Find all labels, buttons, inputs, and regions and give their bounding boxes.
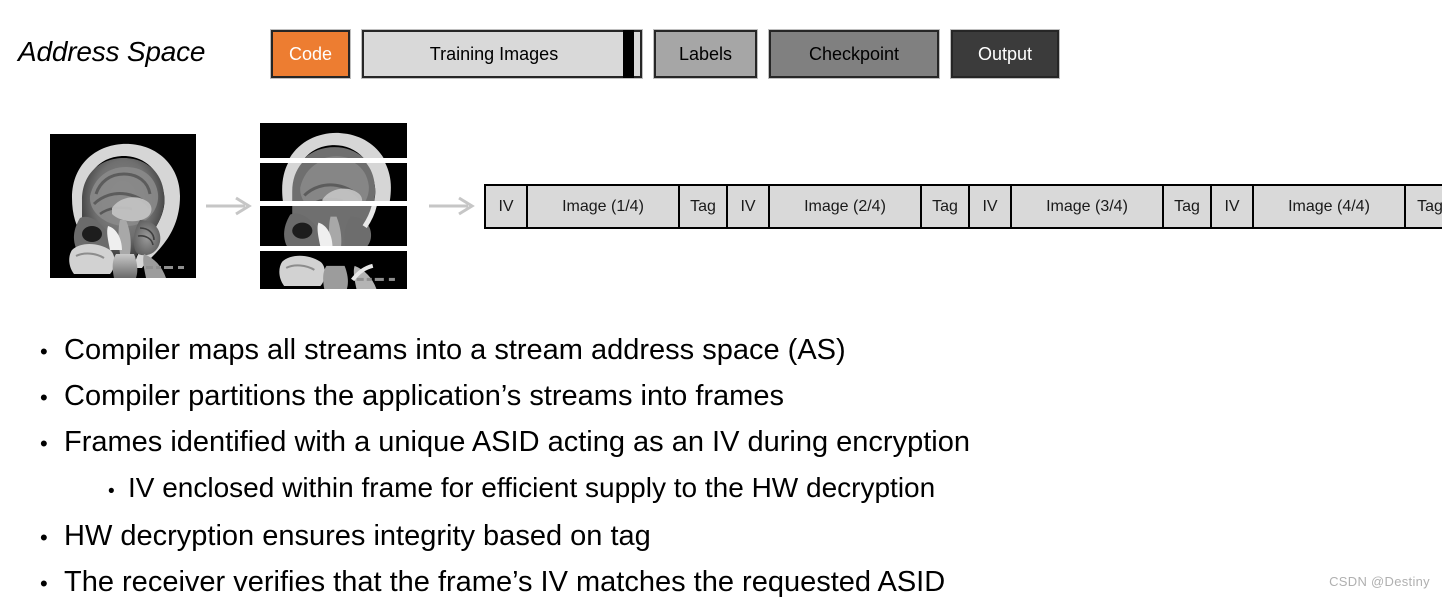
address-space-block-output: Output — [950, 29, 1060, 79]
address-space-block-labels-label: Labels — [678, 44, 733, 64]
frame-cell-tag-2: Tag — [680, 186, 728, 227]
bullet-marker-icon: • — [40, 385, 48, 410]
bullet-item-3: • Frames identified with a unique ASID ac… — [30, 420, 1370, 466]
bullet-item-5: • HW decryption ensures integrity based o… — [30, 514, 1370, 560]
mri-slice-2 — [260, 163, 407, 201]
frame-cell-img-4: Image (2/4) — [770, 186, 922, 227]
slide-canvas: Address Space Code Training Images Label… — [0, 0, 1442, 598]
frame-cell-img-7: Image (3/4) — [1012, 186, 1164, 227]
mri-slice-3 — [260, 206, 407, 246]
frame-cell-iv-3: IV — [728, 186, 770, 227]
frame-cell-tag-8: Tag — [1164, 186, 1212, 227]
bullet-marker-icon: • — [108, 481, 115, 502]
mri-slice-3-image — [260, 206, 407, 246]
bullet-text-4: IV enclosed within frame for efficient s… — [128, 472, 936, 503]
frame-sequence: IV Image (1/4) Tag IV Image (2/4) Tag IV Image … — [484, 184, 1442, 229]
address-space-block-training-images: Training Images — [361, 29, 643, 79]
bullet-text-3: Frames identified with a unique ASID act… — [64, 426, 970, 458]
training-images-tail-segment — [623, 30, 634, 78]
bullet-item-2: • Compiler partitions the application’s s… — [30, 374, 1370, 420]
mri-slice-4-image — [260, 251, 407, 289]
bullet-text-1: Compiler maps all streams into a stream … — [64, 334, 846, 366]
frame-cell-img-10: Image (4/4) — [1254, 186, 1406, 227]
frame-cell-tag-5: Tag — [922, 186, 970, 227]
brain-mri-sagittal-icon — [50, 134, 196, 278]
mri-slice-4 — [260, 251, 407, 289]
mri-slice-1-image — [260, 123, 407, 158]
address-space-block-checkpoint-label: Checkpoint — [808, 44, 900, 64]
address-space-block-labels: Labels — [653, 29, 758, 79]
address-space-block-code: Code — [270, 29, 351, 79]
bullet-text-2: Compiler partitions the application’s st… — [64, 380, 784, 412]
bullet-marker-icon: • — [40, 339, 48, 364]
source-mri-image — [50, 134, 196, 278]
bullet-text-6: The receiver verifies that the frame’s I… — [64, 566, 946, 598]
arrow-right-icon-2 — [429, 196, 475, 216]
bullet-marker-icon: • — [40, 431, 48, 456]
bullet-item-4: • IV enclosed within frame for efficient … — [30, 466, 1370, 514]
frame-cell-iv-6: IV — [970, 186, 1012, 227]
frame-cell-img-1: Image (1/4) — [528, 186, 680, 227]
address-space-block-checkpoint: Checkpoint — [768, 29, 940, 79]
mri-slice-1 — [260, 123, 407, 158]
address-space-block-code-label: Code — [288, 44, 333, 64]
address-space-block-output-label: Output — [977, 44, 1033, 64]
address-space-label: Address Space — [18, 36, 206, 67]
bullet-text-5: HW decryption ensures integrity based on… — [64, 520, 651, 552]
csdn-watermark: CSDN @Destiny — [1329, 574, 1430, 589]
bullet-item-6: • The receiver verifies that the frame’s … — [30, 560, 1370, 606]
mri-slice-2-image — [260, 163, 407, 201]
address-space-row: Code Training Images Labels Checkpoint O… — [270, 29, 1060, 79]
frame-cell-iv-9: IV — [1212, 186, 1254, 227]
bullet-item-1: • Compiler maps all streams into a stream… — [30, 328, 1370, 374]
bullet-list: • Compiler maps all streams into a stream… — [30, 328, 1370, 606]
bullet-marker-icon: • — [40, 525, 48, 550]
bullet-marker-icon: • — [40, 571, 48, 596]
frame-cell-tag-11: Tag — [1406, 186, 1442, 227]
address-space-block-training-images-label: Training Images — [429, 44, 559, 64]
arrow-right-icon-1 — [206, 196, 252, 216]
frame-cell-iv-0: IV — [486, 186, 528, 227]
